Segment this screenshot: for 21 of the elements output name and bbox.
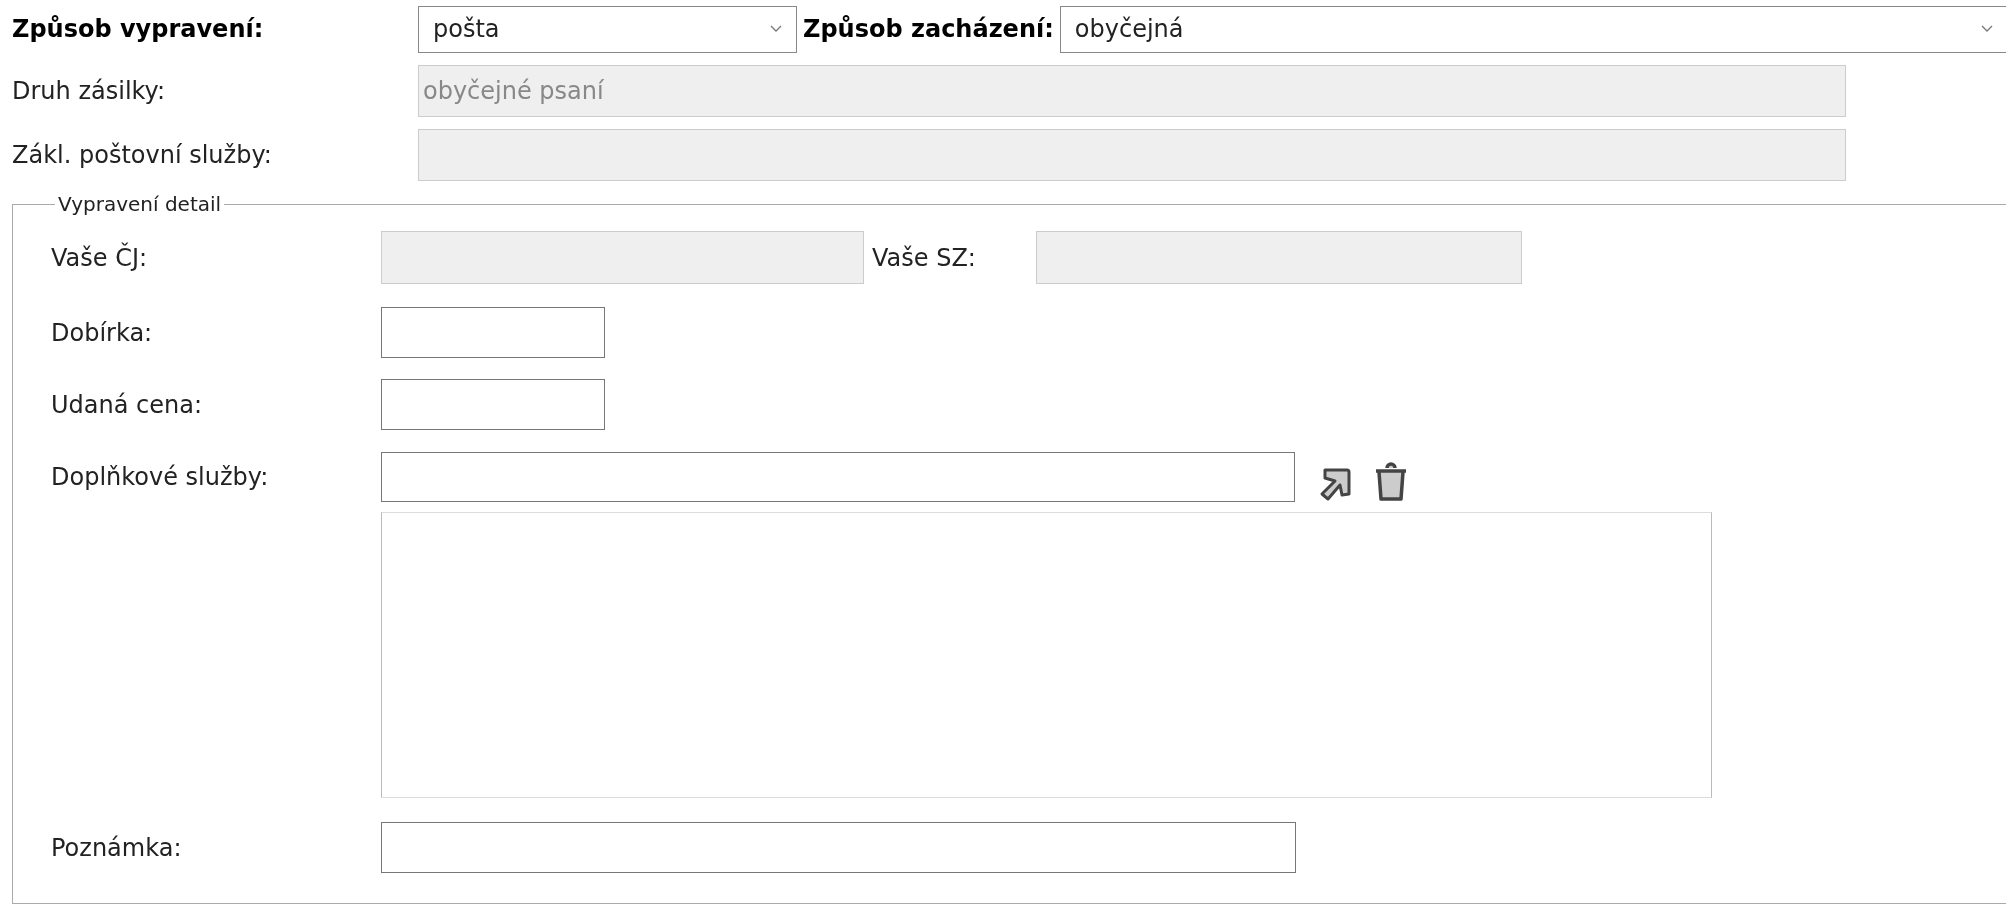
field-label: Zákl. poštovní služby: [12, 140, 273, 171]
field-label: Vaše SZ: [872, 242, 977, 274]
input-field[interactable] [381, 379, 605, 430]
field-label: Druh zásilky: [12, 76, 167, 107]
field-label: Způsob vypravení: [12, 14, 265, 45]
field-label: Způsob zacházení: [803, 14, 1054, 45]
input-field: obyčejné psaní [418, 65, 1846, 117]
input-field[interactable] [381, 822, 1296, 873]
field-label: Udaná cena: [51, 389, 204, 421]
shipping-method-dropdown[interactable]: pošta [418, 5, 797, 53]
field-label: Vaše ČJ: [51, 241, 149, 274]
field-label: Poznámka: [51, 832, 183, 864]
chevron-down-icon [770, 25, 782, 33]
trash-icon[interactable] [1373, 462, 1409, 502]
input-field[interactable] [381, 452, 1295, 502]
field-label: Doplňkové služby: [51, 462, 270, 493]
input-field[interactable] [381, 307, 605, 358]
chevron-down-icon [1981, 25, 1993, 33]
field-label: Dobírka: [51, 317, 154, 349]
handling-dropdown[interactable]: obyčejná [1059, 5, 2006, 53]
group-legend: Vypravení detail [55, 189, 225, 219]
